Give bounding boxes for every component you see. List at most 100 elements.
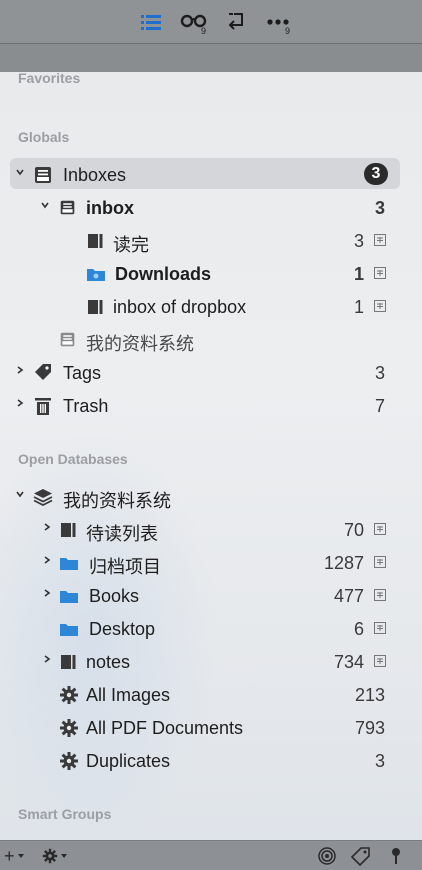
section-smart-groups: Smart Groups	[18, 806, 112, 822]
inbox-tray-icon	[60, 200, 75, 215]
sidebar-item-duplicates[interactable]: Duplicates 3	[0, 744, 422, 777]
chevron-right-icon[interactable]	[16, 366, 24, 374]
group-icon	[61, 523, 76, 537]
document-icon	[374, 234, 386, 246]
sidebar-item-label: 待读列表	[86, 524, 158, 544]
sidebar-item-read-done[interactable]: 读完 3	[0, 224, 422, 257]
return-arrow-icon[interactable]	[223, 8, 251, 36]
chevron-down-icon[interactable]	[41, 201, 49, 209]
trash-icon	[35, 398, 51, 415]
item-count: 1	[353, 264, 364, 284]
item-count: 1	[353, 297, 364, 317]
action-menu-button[interactable]	[42, 847, 68, 865]
sidebar-item-label: notes	[86, 652, 131, 672]
glasses-icon[interactable]: 9	[180, 8, 208, 36]
group-icon	[61, 655, 76, 669]
sidebar-item-archive[interactable]: 归档项目 1287	[0, 546, 422, 579]
document-icon	[374, 622, 386, 634]
count-badge: 3	[364, 163, 388, 185]
item-count: 213	[354, 685, 385, 705]
chevron-right-icon[interactable]	[43, 523, 51, 531]
toolbar-separator	[0, 44, 422, 72]
section-favorites: Favorites	[18, 72, 81, 86]
chevron-down-icon	[61, 854, 67, 858]
toolbar: 9 9	[0, 0, 422, 44]
chevron-right-icon[interactable]	[43, 556, 51, 564]
folder-icon	[60, 558, 78, 570]
sidebar-item-books[interactable]: Books 477	[0, 579, 422, 612]
sidebar-item-label: Inboxes	[63, 165, 127, 185]
chevron-down-icon[interactable]	[16, 168, 24, 176]
item-count: 477	[333, 586, 364, 606]
sidebar-item-database[interactable]: 我的资料系统	[0, 480, 422, 513]
sidebar-item-label: All Images	[86, 685, 171, 705]
item-count: 3	[374, 198, 385, 218]
sidebar-item-label: Trash	[63, 396, 109, 416]
inbox-tray-icon	[35, 167, 51, 183]
document-icon	[374, 589, 386, 601]
tag-icon	[35, 364, 51, 380]
sidebar-item-label: Downloads	[115, 264, 212, 284]
section-globals: Globals	[18, 129, 70, 145]
folder-icon	[60, 624, 78, 636]
group-icon	[88, 300, 103, 314]
sidebar-item-label: Duplicates	[86, 751, 171, 771]
sidebar-item-label: Books	[89, 586, 140, 606]
item-count: 6	[353, 619, 364, 639]
glasses-badge: 9	[201, 26, 207, 36]
document-icon	[374, 655, 386, 667]
sidebar-item-label: 读完	[113, 235, 149, 255]
gear-icon	[42, 848, 58, 864]
sidebar-item-all-pdf-documents[interactable]: All PDF Documents 793	[0, 711, 422, 744]
database-stack-icon	[33, 489, 53, 507]
location-pin-icon[interactable]	[389, 847, 403, 865]
folder-icon	[60, 591, 78, 603]
document-icon	[374, 267, 386, 279]
document-icon	[374, 523, 386, 535]
activity-icon[interactable]	[317, 847, 337, 865]
sidebar-item-label: 我的资料系统	[86, 334, 194, 354]
add-menu-button[interactable]: +	[4, 847, 25, 865]
sidebar-item-downloads[interactable]: Downloads 1	[0, 257, 422, 290]
gear-icon	[60, 686, 78, 704]
sidebar-item-notes[interactable]: notes 734	[0, 645, 422, 678]
folder-icon	[87, 269, 105, 281]
sidebar-item-my-database-inbox[interactable]: 我的资料系统	[0, 323, 422, 356]
sidebar-item-inboxes[interactable]: Inboxes 3	[0, 158, 422, 191]
sidebar-item-tags[interactable]: Tags 3	[0, 356, 422, 389]
chevron-right-icon[interactable]	[16, 399, 24, 407]
more-badge: 9	[285, 26, 291, 36]
sidebar-item-trash[interactable]: Trash 7	[0, 389, 422, 422]
sidebar-item-all-images[interactable]: All Images 213	[0, 678, 422, 711]
sidebar: Favorites Globals Inboxes 3 inbox 3 读完 3	[0, 72, 422, 840]
item-count: 3	[353, 231, 364, 251]
chevron-down-icon[interactable]	[16, 490, 24, 498]
sidebar-item-inbox-of-dropbox[interactable]: inbox of dropbox 1	[0, 290, 422, 323]
section-open-databases: Open Databases	[18, 451, 128, 467]
gear-icon	[60, 752, 78, 770]
plus-icon: +	[4, 846, 15, 866]
sidebar-item-label: inbox	[86, 198, 134, 218]
sidebar-item-label: All PDF Documents	[86, 718, 244, 738]
list-view-icon[interactable]	[137, 8, 165, 36]
sidebar-item-inbox[interactable]: inbox 3	[0, 191, 422, 224]
sidebar-item-label: inbox of dropbox	[113, 297, 247, 317]
sidebar-item-label: 我的资料系统	[63, 491, 171, 511]
chevron-right-icon[interactable]	[43, 655, 51, 663]
item-count: 1287	[323, 553, 364, 573]
item-count: 734	[333, 652, 364, 672]
more-icon[interactable]: 9	[265, 8, 293, 36]
sidebar-item-desktop[interactable]: Desktop 6	[0, 612, 422, 645]
chevron-right-icon[interactable]	[43, 589, 51, 597]
gear-icon	[60, 719, 78, 737]
inbox-tray-icon	[60, 332, 75, 347]
sidebar-item-label: Desktop	[89, 619, 156, 639]
sidebar-item-label: Tags	[63, 363, 102, 383]
tag-outline-icon[interactable]	[350, 847, 372, 866]
document-icon	[374, 556, 386, 568]
item-count: 70	[343, 520, 364, 540]
chevron-down-icon	[17, 854, 24, 858]
group-icon	[88, 234, 103, 248]
sidebar-item-to-read[interactable]: 待读列表 70	[0, 513, 422, 546]
item-count: 3	[374, 751, 385, 771]
